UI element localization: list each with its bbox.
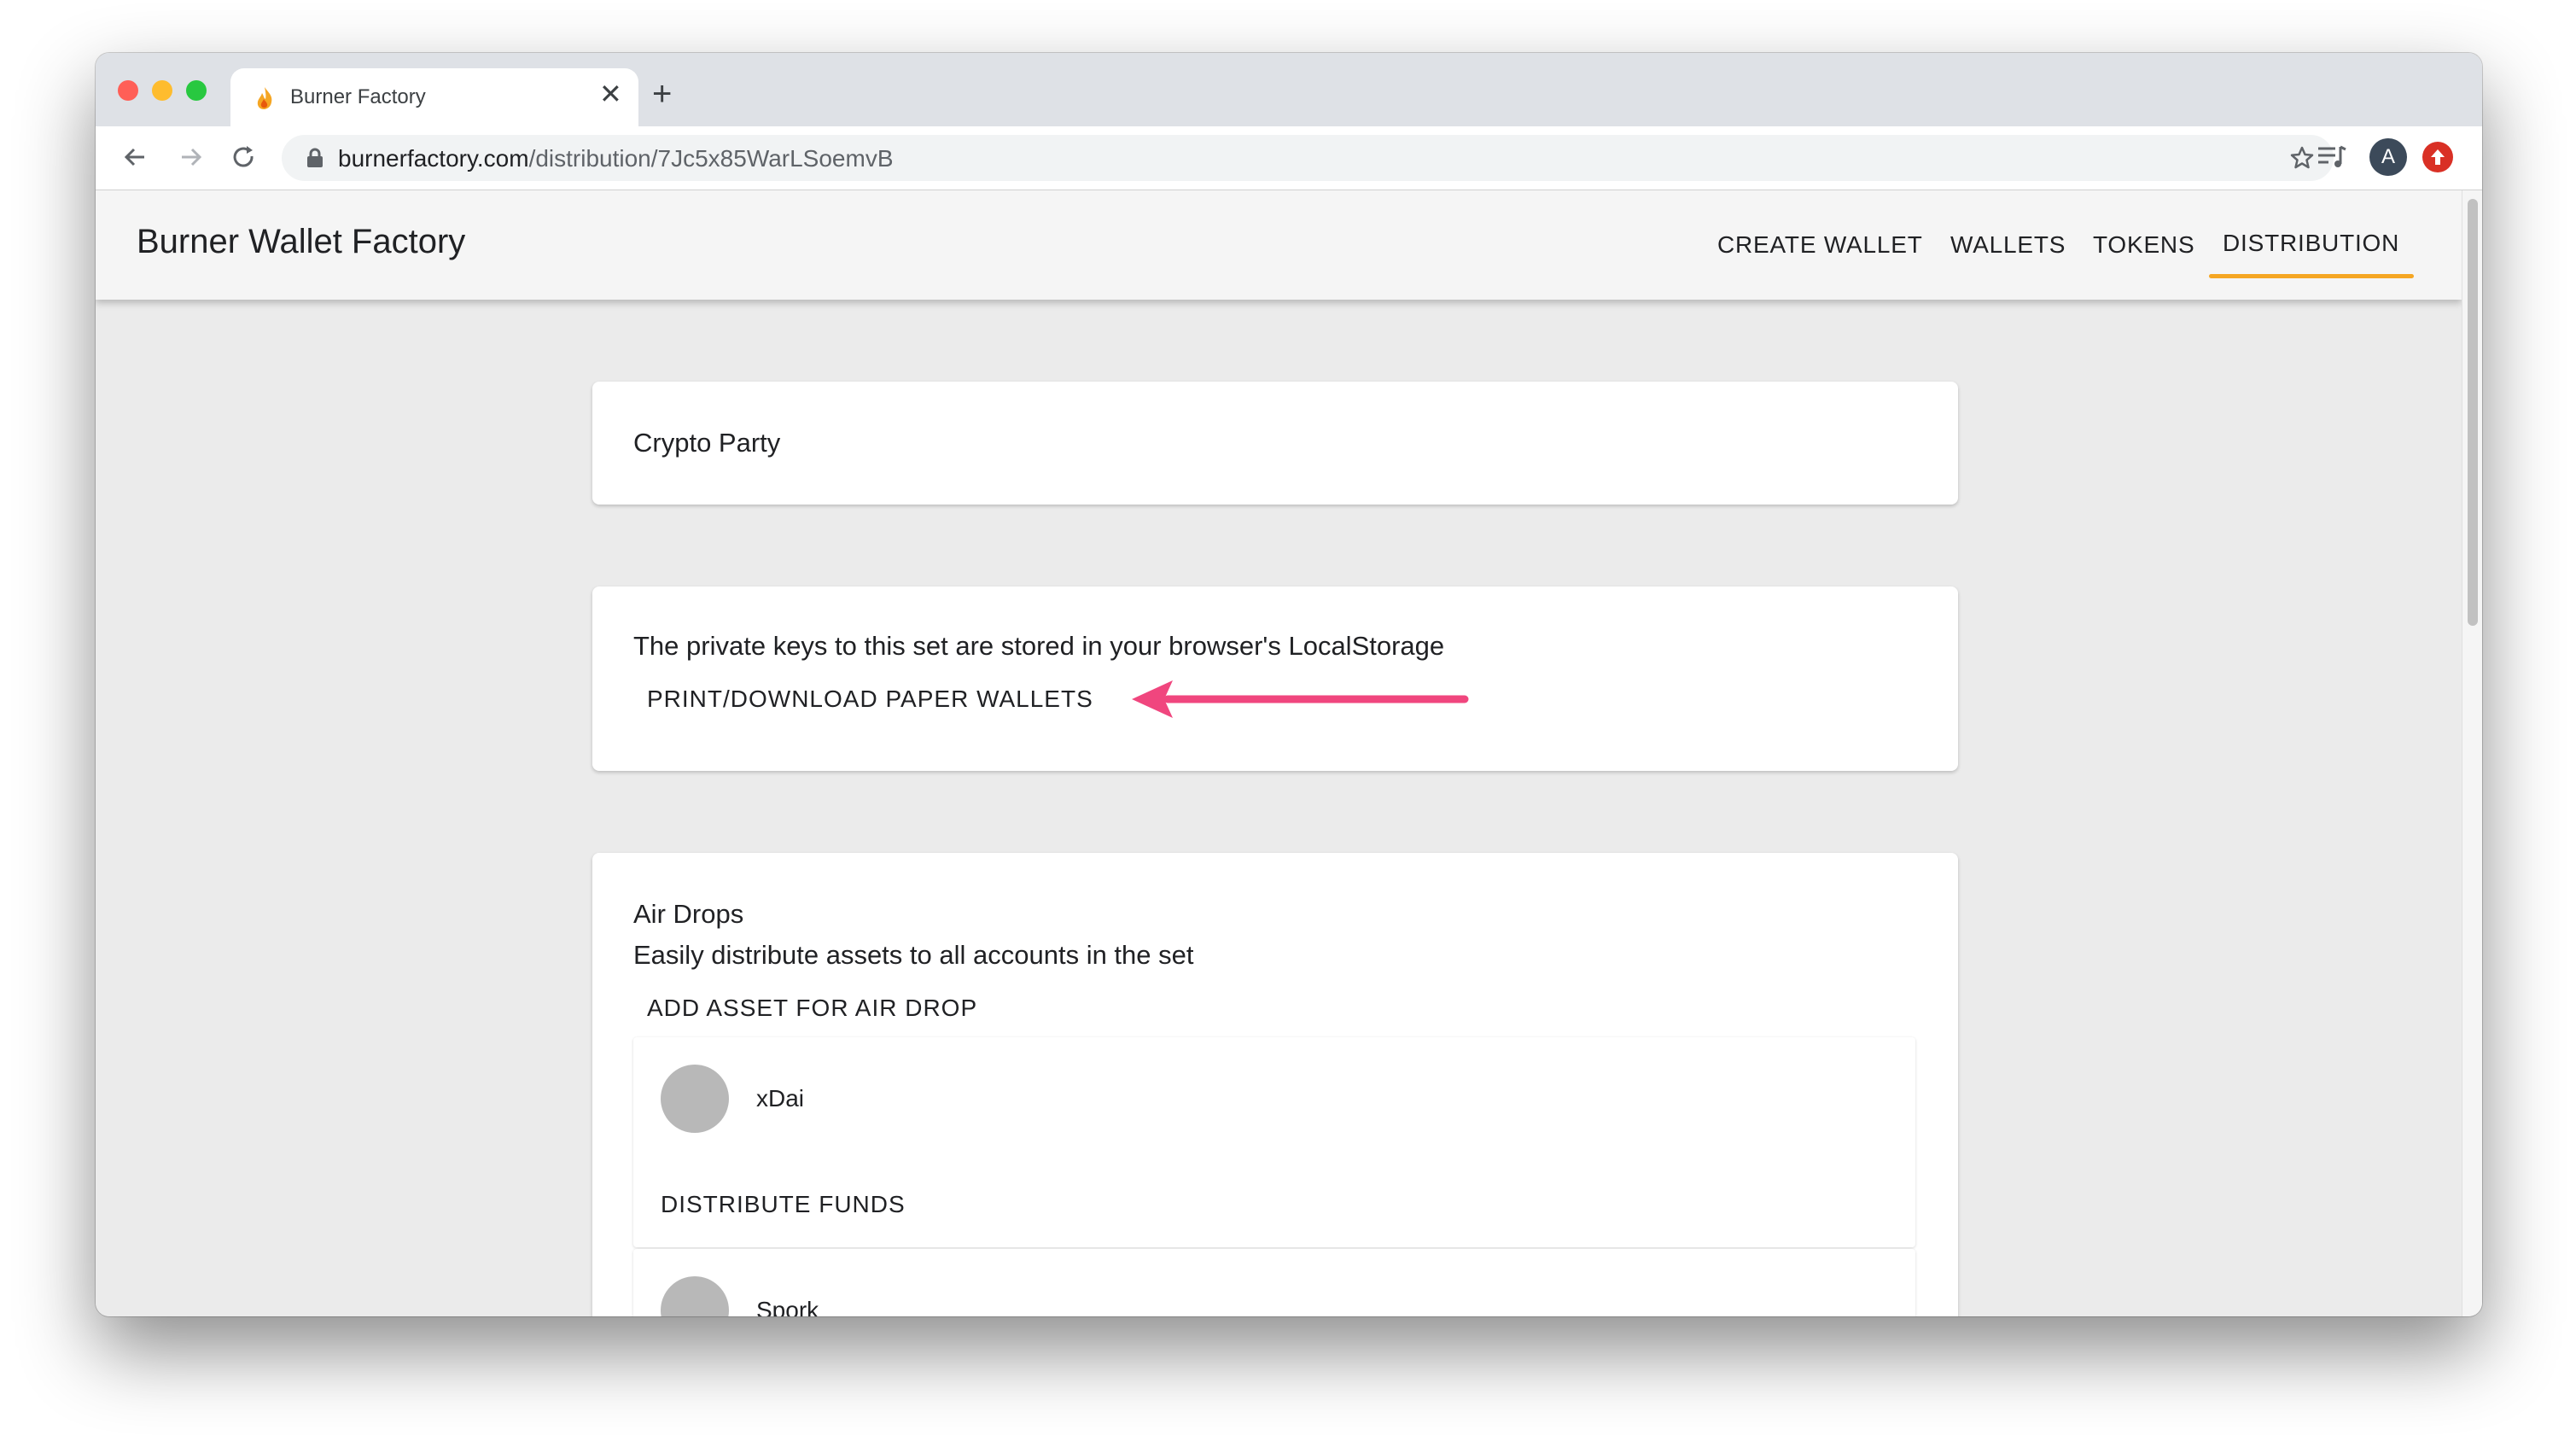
back-icon[interactable] <box>116 138 154 176</box>
lock-icon <box>307 148 323 167</box>
nav-create-wallet[interactable]: CREATE WALLET <box>1717 231 1923 259</box>
set-name-card: Crypto Party <box>592 382 1958 505</box>
annotation-arrow-icon <box>1132 680 1469 718</box>
close-window-button[interactable] <box>118 80 138 101</box>
url-host: burnerfactory.com <box>338 145 529 172</box>
airdrops-card: Air Drops Easily distribute assets to al… <box>592 853 1958 1316</box>
minimize-window-button[interactable] <box>152 80 172 101</box>
add-asset-button[interactable]: ADD ASSET FOR AIR DROP <box>647 995 977 1022</box>
url-text[interactable]: burnerfactory.com/distribution/7Jc5x85Wa… <box>338 145 894 172</box>
url-path: /distribution/7Jc5x85WarLSoemvB <box>528 145 894 172</box>
token-avatar <box>661 1065 729 1133</box>
nav-wallets[interactable]: WALLETS <box>1950 231 2066 259</box>
token-avatar <box>661 1276 729 1316</box>
browser-tab[interactable]: Burner Factory ✕ <box>230 68 638 126</box>
active-tab-indicator <box>2209 274 2414 278</box>
nav-tokens[interactable]: TOKENS <box>2093 231 2194 259</box>
window-controls <box>118 80 207 101</box>
distribute-funds-button[interactable]: DISTRIBUTE FUNDS <box>661 1191 906 1218</box>
print-download-button[interactable]: PRINT/DOWNLOAD PAPER WALLETS <box>647 686 1093 713</box>
tab-title: Burner Factory <box>290 85 426 108</box>
token-name: Spork <box>756 1297 819 1316</box>
storage-card: The private keys to this set are stored … <box>592 586 1958 771</box>
airdrops-subtitle: Easily distribute assets to all accounts… <box>633 940 1194 970</box>
new-tab-button[interactable]: + <box>652 77 672 111</box>
tab-strip: Burner Factory ✕ + <box>96 53 2482 126</box>
nav-distribution[interactable]: DISTRIBUTION <box>2223 230 2399 257</box>
maximize-window-button[interactable] <box>186 80 207 101</box>
asset-item: xDai DISTRIBUTE FUNDS <box>633 1037 1915 1247</box>
storage-notice: The private keys to this set are stored … <box>633 631 1445 661</box>
close-tab-icon[interactable]: ✕ <box>599 80 622 108</box>
app-header: Burner Wallet Factory CREATE WALLET WALL… <box>96 190 2462 300</box>
asset-item: Spork <box>633 1249 1915 1316</box>
browser-window: Burner Factory ✕ + burnerfactory.com/dis… <box>96 53 2482 1316</box>
page-viewport: Burner Wallet Factory CREATE WALLET WALL… <box>96 190 2462 1316</box>
browser-toolbar: burnerfactory.com/distribution/7Jc5x85Wa… <box>96 126 2482 190</box>
set-name: Crypto Party <box>633 428 781 458</box>
airdrops-title: Air Drops <box>633 899 744 929</box>
reload-icon[interactable] <box>225 138 263 176</box>
scrollbar-thumb[interactable] <box>2468 199 2478 626</box>
page-scrollbar[interactable] <box>2462 190 2482 1316</box>
bookmark-star-icon[interactable] <box>2289 145 2315 171</box>
forward-icon[interactable] <box>172 138 210 176</box>
app-brand[interactable]: Burner Wallet Factory <box>137 223 465 261</box>
profile-avatar[interactable]: A <box>2369 138 2407 176</box>
update-icon[interactable] <box>2422 142 2453 172</box>
address-bar[interactable]: burnerfactory.com/distribution/7Jc5x85Wa… <box>282 135 2334 181</box>
token-name: xDai <box>756 1085 805 1112</box>
media-playlist-icon[interactable] <box>2315 140 2349 174</box>
flame-icon <box>257 87 272 109</box>
